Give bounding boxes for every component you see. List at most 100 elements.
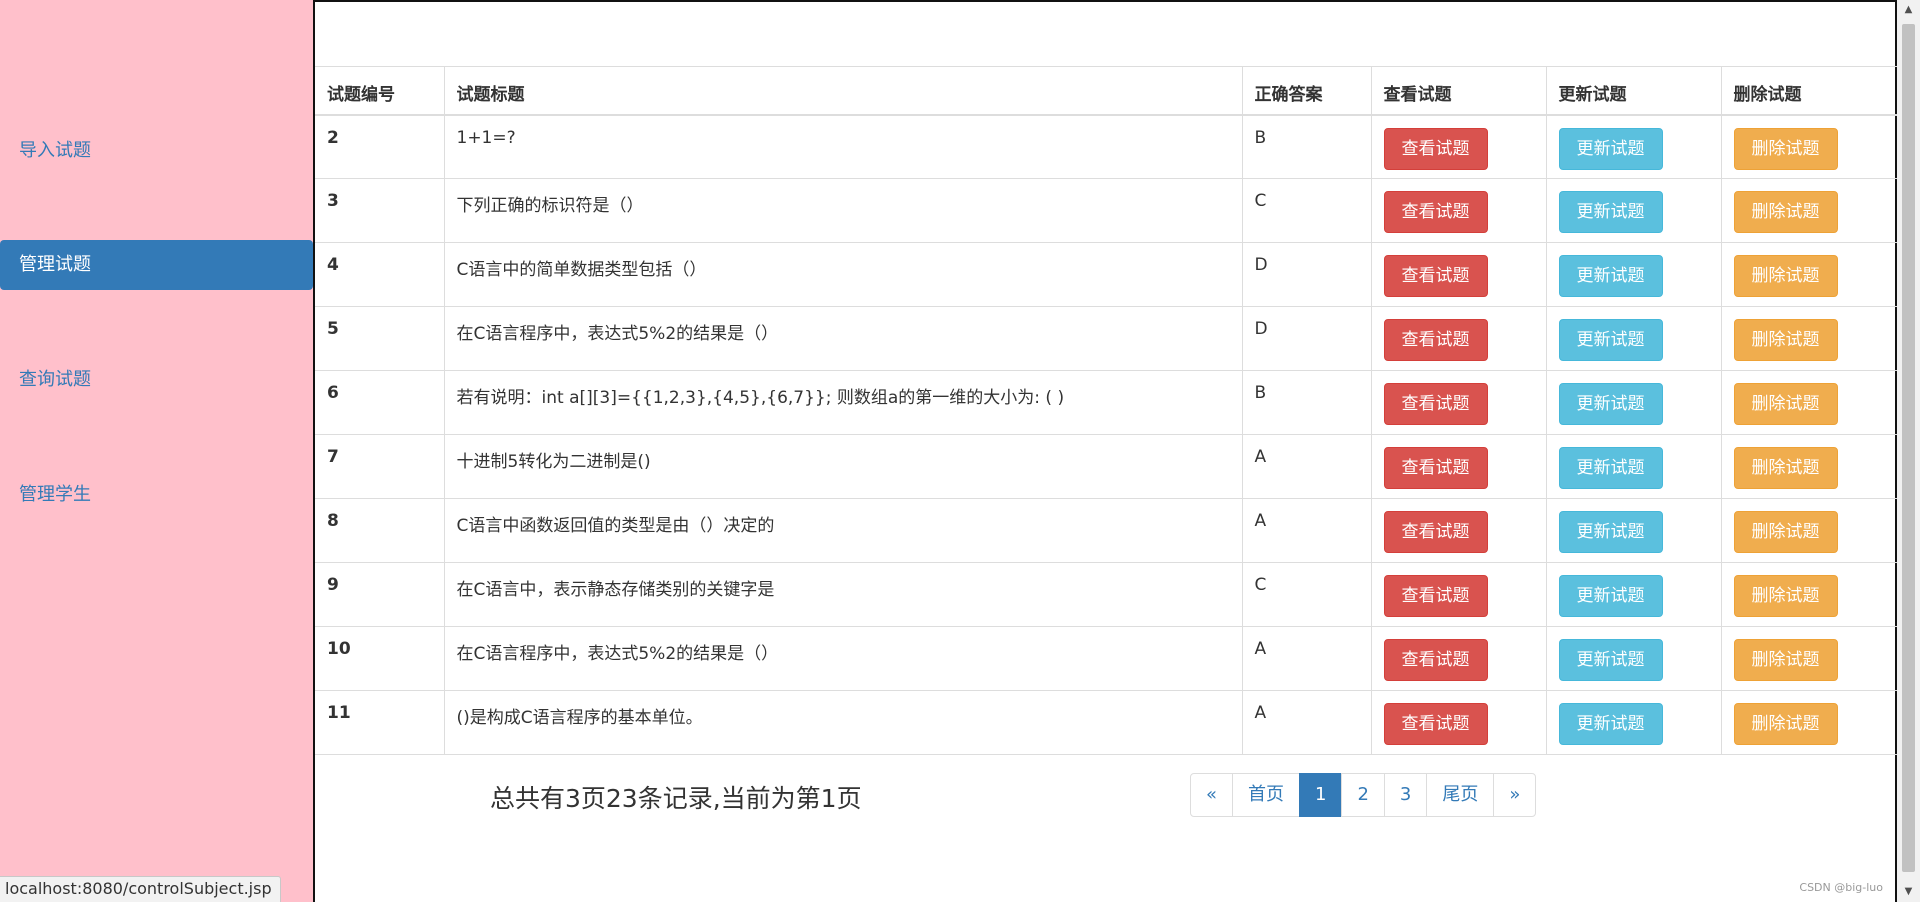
update-question-button[interactable]: 更新试题 — [1558, 511, 1663, 553]
update-cell: 更新试题 — [1545, 114, 1721, 179]
view-question-button[interactable]: 查看试题 — [1383, 319, 1488, 361]
view-cell: 查看试题 — [1370, 242, 1546, 307]
page-2-link[interactable]: 2 — [1341, 773, 1385, 817]
view-question-button[interactable]: 查看试题 — [1383, 127, 1488, 170]
question-title: 1+1=? — [443, 114, 1242, 179]
scroll-down-arrow-icon[interactable]: ▼ — [1897, 882, 1920, 902]
correct-answer: C — [1241, 178, 1371, 243]
view-question-button[interactable]: 查看试题 — [1383, 255, 1488, 297]
delete-question-button[interactable]: 删除试题 — [1733, 447, 1838, 489]
watermark: CSDN @big-luo — [1799, 881, 1883, 894]
question-title: ()是构成C语言程序的基本单位。 — [443, 690, 1242, 755]
record-info: 总共有3页23条记录,当前为第1页 — [490, 784, 862, 813]
page-last-link[interactable]: 尾页 — [1426, 773, 1495, 817]
update-cell: 更新试题 — [1545, 626, 1721, 691]
delete-cell: 删除试题 — [1720, 242, 1897, 307]
delete-question-button[interactable]: 删除试题 — [1733, 191, 1838, 233]
page-1-link[interactable]: 1 — [1299, 773, 1343, 817]
update-question-button[interactable]: 更新试题 — [1558, 447, 1663, 489]
sidebar-item-manage-students[interactable]: 管理学生 — [0, 470, 313, 520]
view-cell: 查看试题 — [1370, 114, 1546, 179]
header-view: 查看试题 — [1370, 66, 1546, 116]
header-question-id: 试题编号 — [315, 66, 444, 116]
delete-question-button[interactable]: 删除试题 — [1733, 511, 1838, 553]
view-question-button[interactable]: 查看试题 — [1383, 703, 1488, 745]
questions-table: 试题编号 试题标题 正确答案 查看试题 更新试题 删除试题 2 1+1=? B 查看试… — [315, 66, 1897, 755]
sidebar-item-query[interactable]: 查询试题 — [0, 355, 313, 405]
view-question-button[interactable]: 查看试题 — [1383, 511, 1488, 553]
view-cell: 查看试题 — [1370, 306, 1546, 371]
update-question-button[interactable]: 更新试题 — [1558, 639, 1663, 681]
delete-question-button[interactable]: 删除试题 — [1733, 319, 1838, 361]
question-title: 在C语言程序中，表达式5%2的结果是（） — [443, 306, 1242, 371]
question-id: 9 — [315, 562, 444, 627]
update-cell: 更新试题 — [1545, 690, 1721, 755]
update-question-button[interactable]: 更新试题 — [1558, 191, 1663, 233]
page-prev-link[interactable]: « — [1190, 773, 1234, 817]
correct-answer: C — [1241, 562, 1371, 627]
question-id: 7 — [315, 434, 444, 499]
question-id: 5 — [315, 306, 444, 371]
table-row: 9 在C语言中，表示静态存储类别的关键字是 C 查看试题 更新试题 删除试题 — [315, 562, 1897, 627]
correct-answer: D — [1241, 306, 1371, 371]
update-question-button[interactable]: 更新试题 — [1558, 703, 1663, 745]
view-question-button[interactable]: 查看试题 — [1383, 575, 1488, 617]
view-cell: 查看试题 — [1370, 370, 1546, 435]
question-id: 11 — [315, 690, 444, 755]
update-cell: 更新试题 — [1545, 434, 1721, 499]
update-question-button[interactable]: 更新试题 — [1558, 383, 1663, 425]
delete-cell: 删除试题 — [1720, 370, 1897, 435]
view-question-button[interactable]: 查看试题 — [1383, 447, 1488, 489]
delete-question-button[interactable]: 删除试题 — [1733, 639, 1838, 681]
page-3-link[interactable]: 3 — [1383, 773, 1428, 817]
correct-answer: B — [1241, 370, 1371, 435]
delete-cell: 删除试题 — [1720, 498, 1897, 563]
view-question-button[interactable]: 查看试题 — [1383, 639, 1488, 681]
update-cell: 更新试题 — [1545, 306, 1721, 371]
delete-cell: 删除试题 — [1720, 626, 1897, 691]
table-row: 5 在C语言程序中，表达式5%2的结果是（） D 查看试题 更新试题 删除试题 — [315, 306, 1897, 371]
delete-cell: 删除试题 — [1720, 114, 1897, 179]
view-question-button[interactable]: 查看试题 — [1383, 383, 1488, 425]
delete-question-button[interactable]: 删除试题 — [1733, 383, 1838, 425]
delete-question-button[interactable]: 删除试题 — [1733, 575, 1838, 617]
update-question-button[interactable]: 更新试题 — [1558, 127, 1663, 170]
delete-question-button[interactable]: 删除试题 — [1733, 703, 1838, 745]
delete-question-button[interactable]: 删除试题 — [1733, 255, 1838, 297]
table-row: 8 C语言中函数返回值的类型是由（）决定的 A 查看试题 更新试题 删除试题 — [315, 498, 1897, 563]
question-title: 若有说明：int a[][3]={{1,2,3},{4,5},{6,7}}; 则… — [443, 370, 1242, 435]
question-title: 在C语言中，表示静态存储类别的关键字是 — [443, 562, 1242, 627]
correct-answer: A — [1241, 498, 1371, 563]
correct-answer: B — [1241, 114, 1371, 179]
update-question-button[interactable]: 更新试题 — [1558, 319, 1663, 361]
sidebar-item-import[interactable]: 导入试题 — [0, 126, 313, 176]
scrollbar-thumb[interactable] — [1902, 24, 1915, 872]
update-question-button[interactable]: 更新试题 — [1558, 575, 1663, 617]
table-row: 3 下列正确的标识符是（） C 查看试题 更新试题 删除试题 — [315, 178, 1897, 243]
table-row: 4 C语言中的简单数据类型包括（） D 查看试题 更新试题 删除试题 — [315, 242, 1897, 307]
pagination: «首页 1 2 3 尾页» — [1190, 773, 1537, 817]
page-first-link[interactable]: 首页 — [1232, 773, 1301, 817]
header-delete: 删除试题 — [1720, 66, 1897, 116]
vertical-scrollbar[interactable]: ▲ ▼ — [1897, 0, 1920, 902]
table-row: 7 十进制5转化为二进制是() A 查看试题 更新试题 删除试题 — [315, 434, 1897, 499]
view-question-button[interactable]: 查看试题 — [1383, 191, 1488, 233]
correct-answer: A — [1241, 434, 1371, 499]
delete-cell: 删除试题 — [1720, 562, 1897, 627]
correct-answer: A — [1241, 690, 1371, 755]
scroll-up-arrow-icon[interactable]: ▲ — [1897, 0, 1920, 20]
delete-question-button[interactable]: 删除试题 — [1733, 127, 1838, 170]
header-update: 更新试题 — [1545, 66, 1721, 116]
update-question-button[interactable]: 更新试题 — [1558, 255, 1663, 297]
main-content: 试题编号 试题标题 正确答案 查看试题 更新试题 删除试题 2 1+1=? B 查看试… — [313, 0, 1897, 902]
update-cell: 更新试题 — [1545, 178, 1721, 243]
header-question-title: 试题标题 — [443, 66, 1242, 116]
view-cell: 查看试题 — [1370, 498, 1546, 563]
question-title: C语言中的简单数据类型包括（） — [443, 242, 1242, 307]
question-id: 10 — [315, 626, 444, 691]
view-cell: 查看试题 — [1370, 178, 1546, 243]
page-next-link[interactable]: » — [1493, 773, 1537, 817]
sidebar-item-manage-questions[interactable]: 管理试题 — [0, 240, 313, 290]
delete-cell: 删除试题 — [1720, 178, 1897, 243]
view-cell: 查看试题 — [1370, 690, 1546, 755]
